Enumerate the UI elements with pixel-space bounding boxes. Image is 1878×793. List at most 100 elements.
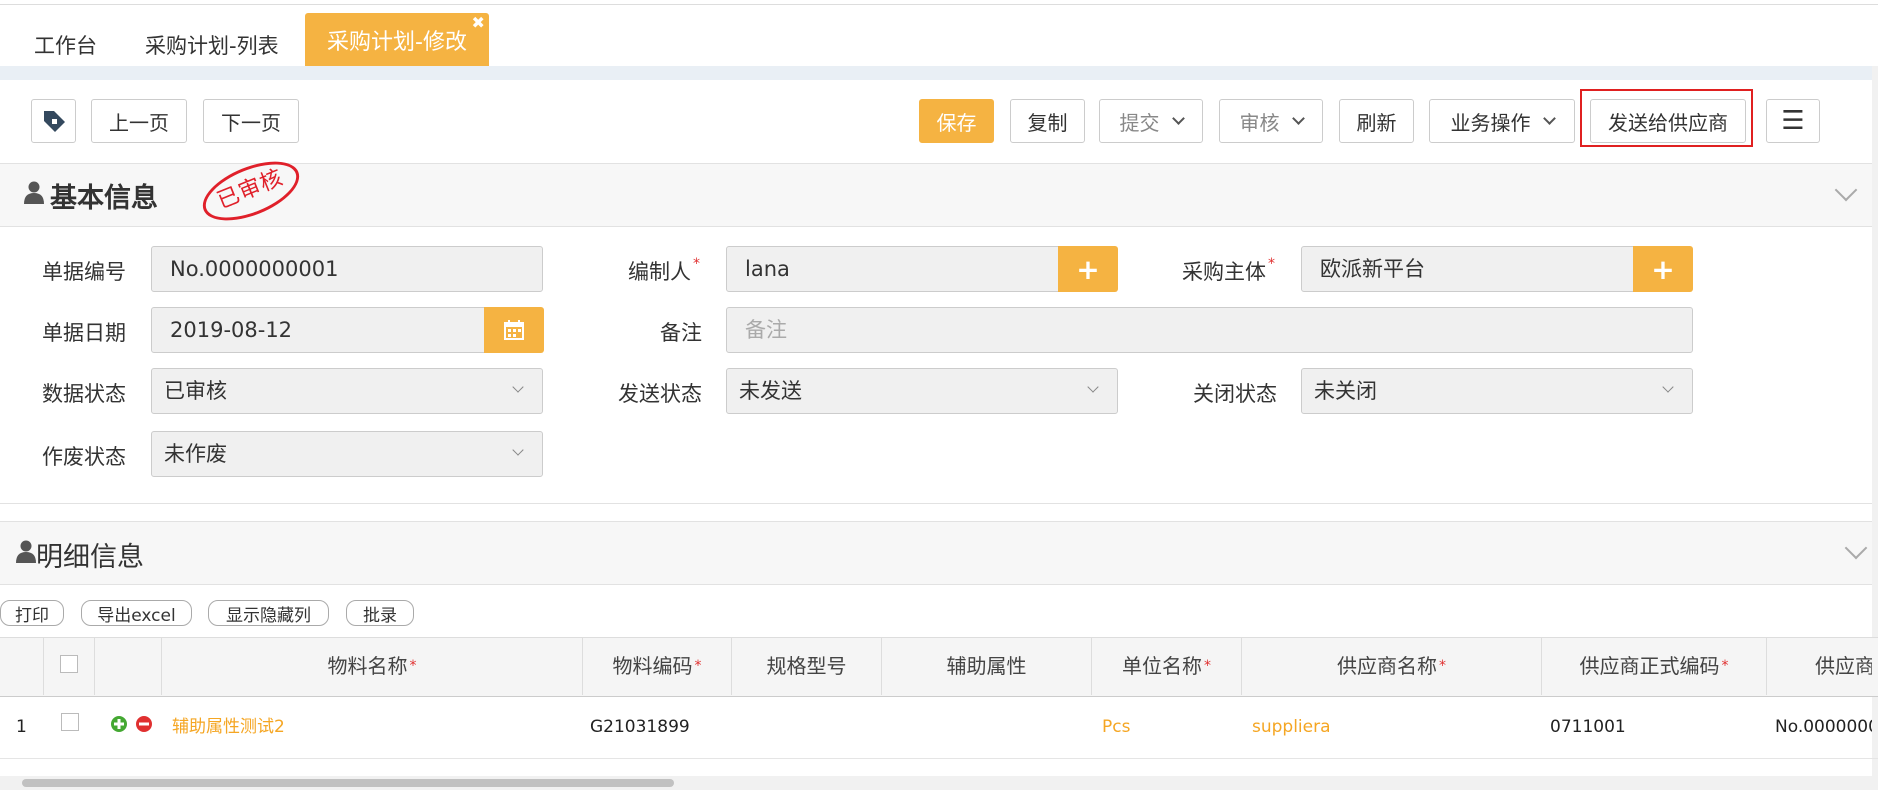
col-index <box>0 637 44 695</box>
submit-dropdown[interactable]: 提交 <box>1099 99 1203 143</box>
col-material-code[interactable]: 物料编码 * <box>583 637 732 695</box>
data-status-select[interactable]: 已审核 <box>151 368 543 414</box>
send-status-value: 未发送 <box>739 379 802 403</box>
col-label: 物料编码 <box>612 654 693 678</box>
basic-info-title: 基本信息 <box>50 183 158 214</box>
col-unit-name[interactable]: 单位名称 * <box>1092 637 1242 695</box>
col-label: 供应商正式编码 <box>1579 654 1720 678</box>
col-label: 物料名称 <box>327 654 408 678</box>
chevron-down-icon <box>512 444 524 456</box>
cell-supplier-more: No.00000000 <box>1775 717 1872 737</box>
add-row-icon[interactable] <box>110 715 128 733</box>
cell-supplier-name[interactable]: suppliera <box>1252 698 1331 756</box>
col-supplier-more[interactable]: 供应商 <box>1767 637 1872 695</box>
col-aux-attr[interactable]: 辅助属性 <box>882 637 1092 695</box>
col-actions <box>95 637 162 695</box>
tag-icon <box>43 111 65 132</box>
subject-label: 采购主体 * <box>1182 256 1275 286</box>
audit-dropdown[interactable]: 审核 <box>1219 99 1323 143</box>
send-to-supplier-button[interactable]: 发送给供应商 <box>1590 99 1746 143</box>
row-divider <box>0 758 1878 759</box>
select-all-checkbox[interactable] <box>60 655 78 673</box>
calendar-icon <box>504 320 524 340</box>
cell-supplier-code: 0711001 <box>1550 717 1626 737</box>
detail-info-title: 明细信息 <box>36 542 144 573</box>
remove-row-icon[interactable] <box>135 715 153 733</box>
chevron-down-icon <box>1087 381 1099 393</box>
export-excel-button[interactable]: 导出excel <box>81 600 192 626</box>
chevron-down-icon <box>1542 111 1556 125</box>
required-mark: * <box>1268 256 1275 272</box>
close-icon[interactable]: ✖ <box>472 0 485 53</box>
col-spec[interactable]: 规格型号 <box>732 637 882 695</box>
doc-no-label: 单据编号 <box>42 260 126 284</box>
chevron-down-icon <box>1171 111 1185 125</box>
col-label: 单位名称 <box>1122 654 1202 678</box>
col-material-name[interactable]: 物料名称 * <box>162 637 583 695</box>
batch-entry-button[interactable]: 批录 <box>346 600 414 626</box>
close-status-label: 关闭状态 <box>1193 382 1277 406</box>
data-status-label: 数据状态 <box>42 382 126 406</box>
next-page-button[interactable]: 下一页 <box>203 99 299 143</box>
close-status-select[interactable]: 未关闭 <box>1301 368 1693 414</box>
print-button[interactable]: 打印 <box>0 600 64 626</box>
user-icon <box>16 540 36 563</box>
required-mark: * <box>1204 658 1211 674</box>
col-select-all[interactable] <box>44 637 95 695</box>
show-hidden-columns-button[interactable]: 显示隐藏列 <box>208 600 329 626</box>
required-mark: * <box>694 658 702 674</box>
remark-field[interactable]: 备注 <box>726 307 1693 353</box>
required-mark: * <box>693 256 700 272</box>
send-status-select[interactable]: 未发送 <box>726 368 1118 414</box>
send-status-label: 发送状态 <box>618 382 702 406</box>
remark-label: 备注 <box>660 321 702 345</box>
close-status-value: 未关闭 <box>1314 379 1377 403</box>
user-icon <box>24 181 44 204</box>
data-status-value: 已审核 <box>164 379 227 403</box>
copy-button[interactable]: 复制 <box>1010 99 1085 143</box>
creator-label: 编制人 * <box>628 256 700 286</box>
cell-unit-name[interactable]: Pcs <box>1102 698 1130 756</box>
required-mark: * <box>409 658 417 674</box>
col-label: 供应商名称 <box>1337 654 1437 678</box>
business-ops-label: 业务操作 <box>1450 110 1531 135</box>
void-status-value: 未作废 <box>164 442 227 466</box>
add-subject-button[interactable]: + <box>1633 246 1693 292</box>
required-mark: * <box>1721 658 1729 674</box>
refresh-button[interactable]: 刷新 <box>1339 99 1414 143</box>
tab-purchase-plan-list[interactable]: 采购计划-列表 <box>145 22 279 66</box>
calendar-button[interactable] <box>484 307 544 353</box>
subject-label-text: 采购主体 <box>1182 260 1266 284</box>
tab-label: 采购计划-修改 <box>327 30 467 55</box>
creator-field[interactable]: lana <box>726 246 1060 292</box>
cell-material-name[interactable]: 辅助属性测试2 <box>172 698 285 756</box>
creator-label-text: 编制人 <box>628 260 691 284</box>
tab-purchase-plan-edit[interactable]: 采购计划-修改 ✖ <box>305 13 489 66</box>
section-divider <box>0 503 1872 522</box>
subject-field[interactable]: 欧派新平台 <box>1301 246 1635 292</box>
cell-material-code: G21031899 <box>590 717 690 737</box>
void-status-select[interactable]: 未作废 <box>151 431 543 477</box>
top-border <box>0 4 1878 5</box>
col-supplier-name[interactable]: 供应商名称 * <box>1242 637 1542 695</box>
chevron-down-icon <box>1291 111 1305 125</box>
horizontal-scroll-thumb[interactable] <box>22 779 674 787</box>
chevron-down-icon <box>1662 381 1674 393</box>
required-mark: * <box>1439 658 1446 674</box>
add-creator-button[interactable]: + <box>1058 246 1118 292</box>
detail-info-header[interactable] <box>0 521 1872 585</box>
tag-button[interactable] <box>31 99 76 143</box>
menu-icon[interactable]: ☰ <box>1766 99 1820 143</box>
row-checkbox[interactable] <box>61 713 79 731</box>
date-field[interactable]: 2019-08-12 <box>151 307 485 353</box>
save-button[interactable]: 保存 <box>919 99 994 143</box>
business-ops-dropdown[interactable]: 业务操作 <box>1429 99 1575 143</box>
tab-workbench[interactable]: 工作台 <box>34 22 97 66</box>
col-supplier-code[interactable]: 供应商正式编码 * <box>1542 637 1767 695</box>
submit-label: 提交 <box>1119 110 1160 135</box>
void-status-label: 作废状态 <box>42 445 126 469</box>
doc-no-field[interactable]: No.0000000001 <box>151 246 543 292</box>
tabbar-underline <box>0 66 1878 80</box>
prev-page-button[interactable]: 上一页 <box>91 99 187 143</box>
chevron-down-icon <box>512 381 524 393</box>
